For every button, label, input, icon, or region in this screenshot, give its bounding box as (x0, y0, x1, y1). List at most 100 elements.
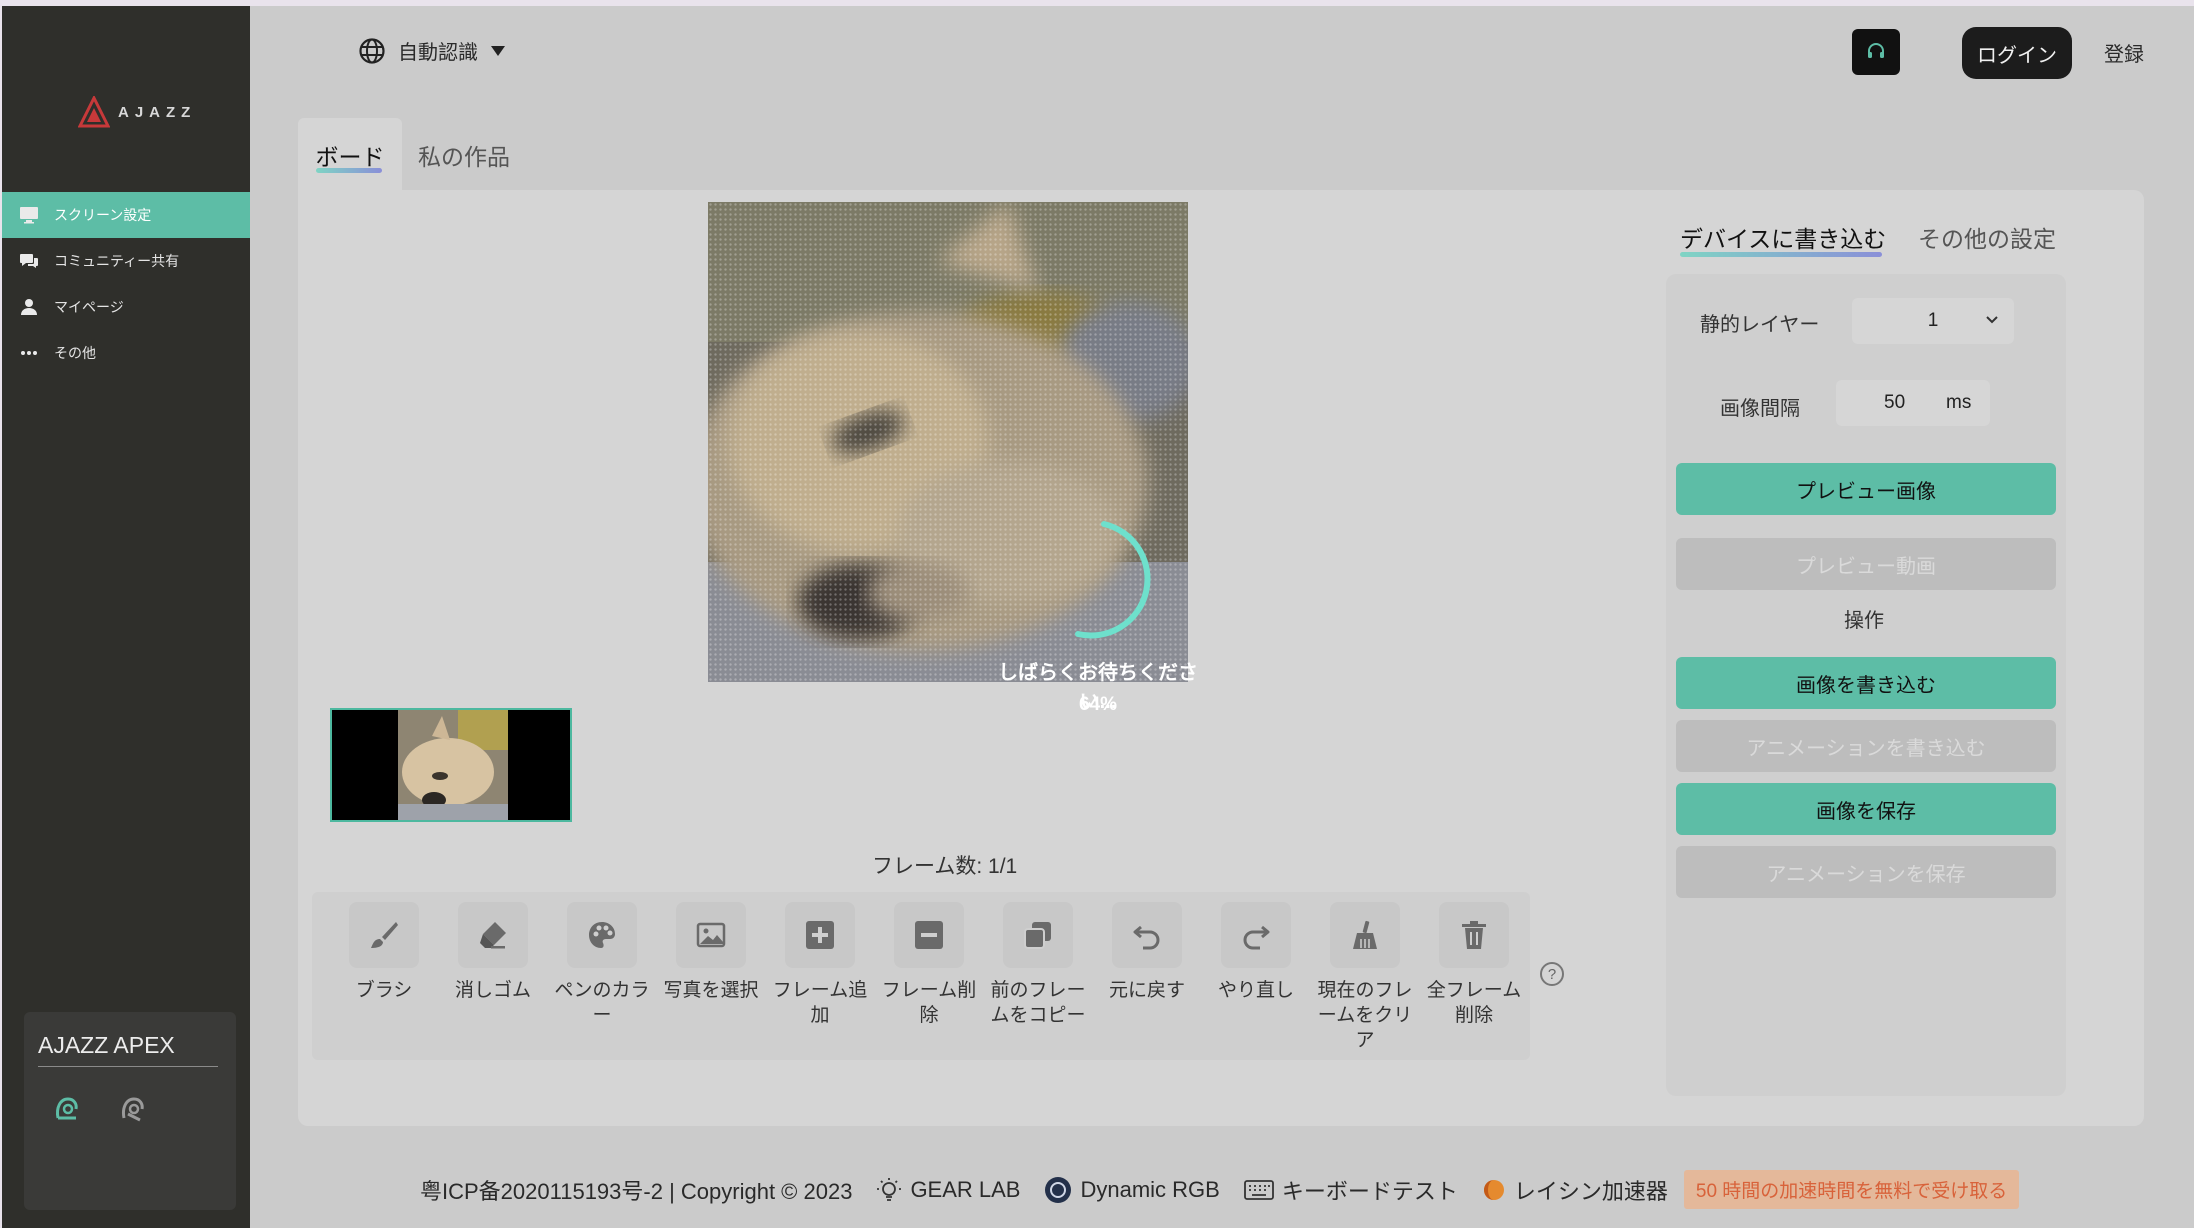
sidebar-item-label: コミュニティー共有 (54, 253, 180, 269)
sidebar-item-other[interactable]: その他 (2, 330, 250, 376)
redo-icon (1243, 925, 1270, 950)
tab-write-label: デバイスに書き込む (1680, 226, 1887, 252)
dynamic-rgb-link[interactable]: Dynamic RGB (1044, 1176, 1220, 1204)
dynamic-rgb-logo-icon (1045, 1176, 1072, 1203)
sidebar-item-label: その他 (54, 345, 96, 361)
gear-lab-link[interactable]: GEAR LAB (876, 1177, 1020, 1203)
static-layer-value: 1 (1927, 310, 1939, 331)
write-animation-button[interactable]: アニメーションを書き込む (1676, 720, 2056, 772)
trash-icon (1462, 921, 1486, 949)
tab-write-to-device[interactable]: デバイスに書き込む (1680, 220, 1887, 257)
support-button[interactable] (1852, 29, 1900, 75)
sidebar-item-label: スクリーン設定 (54, 207, 152, 223)
tool-delete-frame[interactable]: フレーム削除 (881, 902, 977, 1028)
tool-brush[interactable]: ブラシ (336, 902, 432, 1003)
keyboard-device-icon[interactable] (52, 1094, 82, 1124)
sidebar-item-community[interactable]: コミュニティー共有 (2, 238, 250, 284)
preview-video-button[interactable]: プレビュー動画 (1676, 538, 2056, 590)
palette-icon (589, 922, 615, 948)
save-animation-button[interactable]: アニメーションを保存 (1676, 846, 2056, 898)
tool-redo[interactable]: やり直し (1208, 902, 1304, 1003)
tool-label: 前のフレームをコピー (990, 980, 1086, 1026)
tool-label: 写真を選択 (663, 980, 759, 1001)
tool-eraser[interactable]: 消しゴム (445, 902, 541, 1003)
more-dots-icon (18, 342, 40, 364)
accelerator-link[interactable]: レイシン加速器 (1482, 1174, 1668, 1206)
ajazz-logo-icon (78, 96, 110, 128)
logo-text: AJAZZ (118, 103, 197, 121)
tool-label: ブラシ (355, 980, 413, 1001)
tool-label: ペンのカラー (554, 980, 650, 1026)
tool-label: 消しゴム (454, 980, 531, 1001)
tool-select-photo[interactable]: 写真を選択 (663, 902, 759, 1003)
user-icon (18, 296, 40, 318)
promo-badge[interactable]: 50 時間の加速時間を無料で受け取る (1683, 1170, 2020, 1209)
keyboard-test-link[interactable]: キーボードテスト (1243, 1174, 1458, 1206)
tool-label: 全フレーム削除 (1426, 980, 1522, 1026)
accelerator-label: レイシン加速器 (1513, 1178, 1668, 1204)
sidebar-nav: スクリーン設定 コミュニティー共有 マイページ その他 (2, 192, 250, 376)
frame-thumbnail[interactable] (330, 708, 572, 822)
tool-label: フレーム削除 (881, 980, 977, 1026)
plus-square-icon (806, 921, 834, 949)
operation-label: 操作 (1844, 610, 1884, 632)
device-name: AJAZZ APEX (38, 1032, 175, 1058)
frame-count: フレーム数: 1/1 (872, 855, 1018, 878)
brand-logo[interactable]: AJAZZ (78, 96, 196, 128)
headset-icon (1868, 43, 1884, 58)
tab-other-settings[interactable]: その他の設定 (1918, 220, 2056, 254)
loading-spinner (1075, 521, 1151, 639)
monitor-icon (18, 204, 40, 226)
language-selector[interactable]: 自動認識 (358, 36, 506, 65)
minus-square-icon (915, 921, 943, 949)
sidebar-item-label: マイページ (54, 299, 124, 315)
tool-pen-color[interactable]: ペンのカラー (554, 902, 650, 1028)
sidebar: AJAZZ スクリーン設定 コミュニティー共有 マイページ その他 AJAZZ … (0, 6, 250, 1228)
footer: 粤ICP备2020115193号-2 | Copyright © 2023 GE… (420, 1170, 2020, 1209)
tab-my-works[interactable]: 私の作品 (418, 118, 510, 190)
caret-down-icon (491, 45, 505, 56)
device-card: AJAZZ APEX (24, 1012, 236, 1210)
tab-active-underline (1680, 252, 1882, 257)
mouse-device-icon[interactable] (118, 1094, 148, 1124)
tool-undo[interactable]: 元に戻す (1099, 902, 1195, 1003)
tab-board[interactable]: ボード (298, 118, 402, 190)
device-divider (38, 1066, 218, 1067)
static-layer-label: 静的レイヤー (1700, 314, 1820, 336)
copy-icon (1024, 922, 1051, 949)
tab-board-label: ボード (315, 144, 385, 170)
globe-icon (359, 37, 385, 64)
frame-thumbnail-image (398, 710, 508, 820)
write-image-button[interactable]: 画像を書き込む (1676, 657, 2056, 709)
register-link[interactable]: 登録 (2104, 38, 2144, 67)
drawing-toolbar: ブラシ 消しゴム ペンのカラー 写真を選択 フレーム追加 フレーム削除 前のフレ… (312, 892, 1530, 1060)
image-icon (696, 922, 726, 948)
preview-image-button[interactable]: プレビュー画像 (1676, 463, 2056, 515)
help-icon[interactable]: ? (1540, 962, 1564, 986)
login-button[interactable]: ログイン (1962, 27, 2072, 79)
gear-lab-label: GEAR LAB (910, 1176, 1021, 1202)
sidebar-item-screen-settings[interactable]: スクリーン設定 (2, 192, 250, 238)
eraser-icon (480, 922, 506, 949)
tool-delete-all-frames[interactable]: 全フレーム削除 (1426, 902, 1522, 1028)
broom-icon (1353, 920, 1377, 949)
undo-icon (1133, 925, 1160, 950)
window-top-border (0, 0, 2194, 6)
tool-label: 元に戻す (1108, 980, 1185, 1001)
tool-label: やり直し (1217, 980, 1294, 1001)
tab-active-underline (316, 168, 382, 173)
interval-unit: ms (1946, 392, 1972, 413)
interval-input[interactable]: 50 ms (1836, 380, 1990, 426)
sidebar-item-my-page[interactable]: マイページ (2, 284, 250, 330)
tool-add-frame[interactable]: フレーム追加 (772, 902, 868, 1028)
copyright-text: 粤ICP备2020115193号-2 | Copyright © 2023 (420, 1178, 853, 1204)
chat-bubbles-icon (18, 250, 40, 272)
chevron-down-icon (1986, 316, 1998, 324)
tool-clear-frame[interactable]: 現在のフレームをクリア (1317, 902, 1413, 1053)
tool-copy-prev-frame[interactable]: 前のフレームをコピー (990, 902, 1086, 1028)
keyboard-icon (1243, 1179, 1274, 1200)
static-layer-select[interactable]: 1 (1852, 298, 2014, 344)
loading-progress: 64% (1078, 694, 1118, 715)
interval-label: 画像間隔 (1720, 398, 1800, 420)
save-image-button[interactable]: 画像を保存 (1676, 783, 2056, 835)
